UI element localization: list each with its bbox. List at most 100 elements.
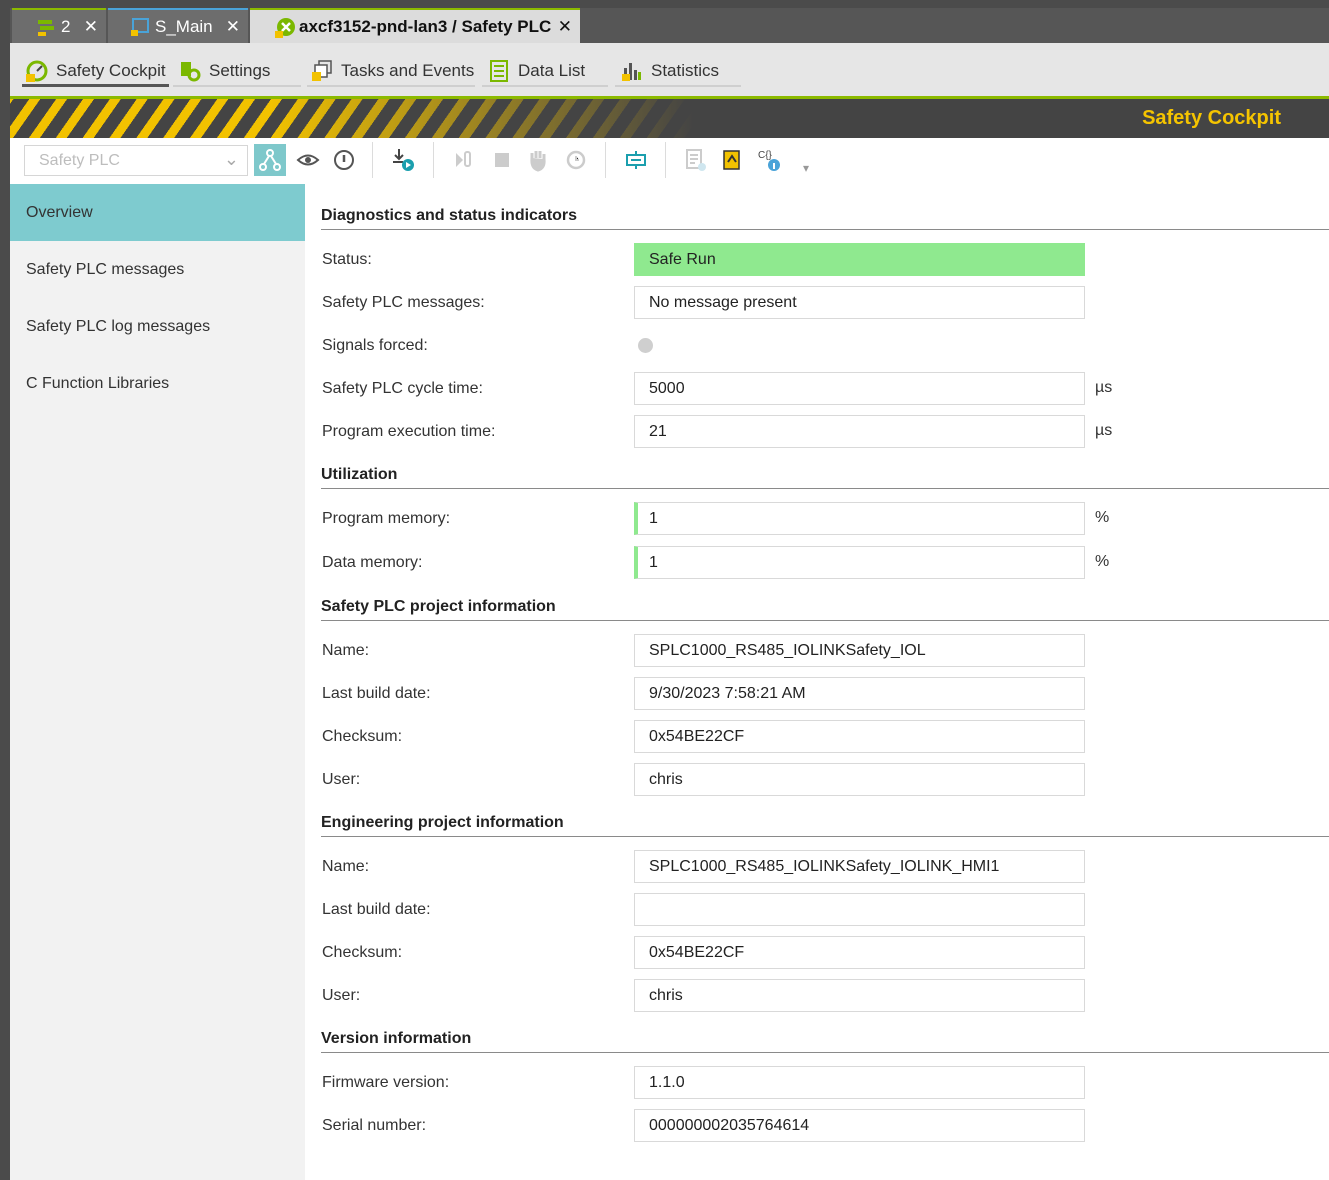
- close-icon[interactable]: ✕: [558, 17, 572, 37]
- tab-settings[interactable]: Settings: [173, 57, 301, 87]
- execution-time-label: Program execution time:: [322, 423, 496, 440]
- play-icon: [456, 151, 471, 167]
- export-icon: [723, 150, 740, 170]
- tab-data-list[interactable]: Data List: [482, 57, 608, 87]
- doc-tab-safety-plc[interactable]: axcf3152-pnd-lan3 / Safety PLC ✕: [250, 8, 580, 43]
- status-value: Safe Run: [634, 243, 1085, 276]
- topology-icon: [259, 149, 281, 171]
- left-frame: [0, 0, 10, 1180]
- hand-icon: [530, 151, 546, 172]
- tab-label: Data List: [518, 61, 586, 80]
- c-function-icon: C{}: [758, 150, 780, 171]
- hazard-header: Safety Cockpit: [10, 96, 1329, 138]
- sidebar-item-safety-plc-messages[interactable]: Safety PLC messages: [10, 241, 305, 298]
- toolbar: Safety PLC ⌄ C{} ▾: [10, 138, 1329, 184]
- tab-tasks-and-events[interactable]: Tasks and Events: [307, 57, 475, 87]
- chevron-down-icon: ⌄: [223, 149, 239, 169]
- svg-text:C{}: C{}: [758, 150, 773, 161]
- eng-name-value: SPLC1000_RS485_IOLINKSafety_IOLINK_HMI1: [634, 850, 1085, 883]
- eng-checksum-value: 0x54BE22CF: [634, 936, 1085, 969]
- doc-tab-2[interactable]: 2 ✕: [12, 8, 106, 43]
- monitor-button[interactable]: [292, 144, 324, 176]
- eng-name-label: Name:: [322, 858, 370, 875]
- close-icon[interactable]: ✕: [84, 17, 98, 37]
- firmware-row: Firmware version: 1.1.0: [321, 1066, 1329, 1099]
- sidebar: Overview Safety PLC messages Safety PLC …: [10, 184, 305, 1180]
- cycle-time-unit: µs: [1095, 379, 1113, 396]
- eng-build-row: Last build date:: [321, 893, 1329, 926]
- start-button[interactable]: [447, 144, 479, 176]
- safety-plc-icon: [274, 17, 295, 38]
- section-title-engineering-project: Engineering project information: [321, 814, 1329, 837]
- plc-user-label: User:: [322, 771, 361, 788]
- serial-value: 000000002035764614: [634, 1109, 1085, 1142]
- sidebar-item-overview[interactable]: Overview: [10, 184, 305, 241]
- sidebar-item-label: Safety PLC messages: [26, 260, 185, 278]
- data-memory-row: Data memory: 1 %: [321, 546, 1329, 579]
- plc-user-row: User: chris: [321, 763, 1329, 796]
- tasks-icon: [311, 60, 333, 82]
- cockpit-icon: [26, 60, 48, 82]
- tab-label: Tasks and Events: [341, 61, 475, 80]
- program-memory-value: 1: [634, 502, 1085, 535]
- plc-checksum-row: Checksum: 0x54BE22CF: [321, 720, 1329, 753]
- plc-name-label: Name:: [322, 642, 370, 659]
- info-button[interactable]: [328, 144, 360, 176]
- section-title-utilization: Utilization: [321, 466, 1329, 489]
- firmware-label: Firmware version:: [322, 1074, 450, 1091]
- tab-safety-cockpit[interactable]: Safety Cockpit: [22, 57, 169, 87]
- sidebar-item-c-function-libraries[interactable]: C Function Libraries: [10, 355, 305, 412]
- doc-tab-s-main[interactable]: S_Main ✕: [108, 8, 248, 43]
- connect-button[interactable]: [620, 144, 652, 176]
- data-memory-label: Data memory:: [322, 554, 423, 571]
- toolbar-overflow[interactable]: ▾: [790, 152, 822, 184]
- stop-button[interactable]: [486, 144, 518, 176]
- plc-select[interactable]: Safety PLC ⌄: [24, 145, 248, 176]
- settings-icon: [179, 60, 201, 82]
- program-memory-row: Program memory: 1 %: [321, 502, 1329, 535]
- doc-tab-label: 2: [61, 16, 71, 36]
- power-info-icon: [334, 150, 354, 170]
- c-info-button[interactable]: C{}: [754, 144, 786, 176]
- eng-build-label: Last build date:: [322, 901, 431, 918]
- tab-statistics[interactable]: Statistics: [615, 57, 741, 87]
- connect-icon: [626, 151, 646, 169]
- plc-checksum-value: 0x54BE22CF: [634, 720, 1085, 753]
- sidebar-item-label: Safety PLC log messages: [26, 317, 211, 335]
- download-run-icon: [393, 149, 414, 171]
- page-title: Safety Cockpit: [1142, 107, 1281, 129]
- eng-user-row: User: chris: [321, 979, 1329, 1012]
- cycle-time-label: Safety PLC cycle time:: [322, 380, 483, 397]
- report-button[interactable]: [680, 144, 712, 176]
- sidebar-item-safety-plc-log-messages[interactable]: Safety PLC log messages: [10, 298, 305, 355]
- download-button[interactable]: [388, 144, 420, 176]
- export-button[interactable]: [716, 144, 748, 176]
- data-memory-unit: %: [1095, 553, 1110, 570]
- topology-button[interactable]: [254, 144, 286, 176]
- signals-forced-indicator: [638, 338, 653, 353]
- window-top-bar: [0, 0, 1329, 8]
- halt-button[interactable]: [522, 144, 554, 176]
- status-row: Status: Safe Run: [321, 243, 1329, 276]
- eng-user-value: chris: [634, 979, 1085, 1012]
- messages-value: No message present: [634, 286, 1085, 319]
- plc-checksum-label: Checksum:: [322, 728, 403, 745]
- report-icon: [686, 149, 706, 171]
- section-title-version: Version information: [321, 1030, 1329, 1053]
- execution-time-value: 21: [634, 415, 1085, 448]
- section-title-diagnostics: Diagnostics and status indicators: [321, 207, 1329, 230]
- overview-panel: Diagnostics and status indicators Status…: [321, 184, 1329, 1180]
- plc-name-row: Name: SPLC1000_RS485_IOLINKSafety_IOL: [321, 634, 1329, 667]
- bar-chart-icon: [621, 60, 643, 82]
- reset-button[interactable]: [560, 144, 592, 176]
- document-tab-bar: 2 ✕ S_Main ✕ axcf3152-pnd-lan3 / Safety …: [10, 8, 1329, 43]
- list-icon: [488, 60, 510, 82]
- close-icon[interactable]: ✕: [226, 17, 240, 37]
- plc-user-value: chris: [634, 763, 1085, 796]
- doc-tab-label: axcf3152-pnd-lan3 / Safety PLC: [299, 16, 552, 36]
- plc-select-value: Safety PLC: [39, 152, 120, 169]
- serial-label: Serial number:: [322, 1117, 427, 1134]
- signals-forced-label: Signals forced:: [322, 337, 428, 354]
- eng-user-label: User:: [322, 987, 361, 1004]
- program-memory-unit: %: [1095, 509, 1110, 526]
